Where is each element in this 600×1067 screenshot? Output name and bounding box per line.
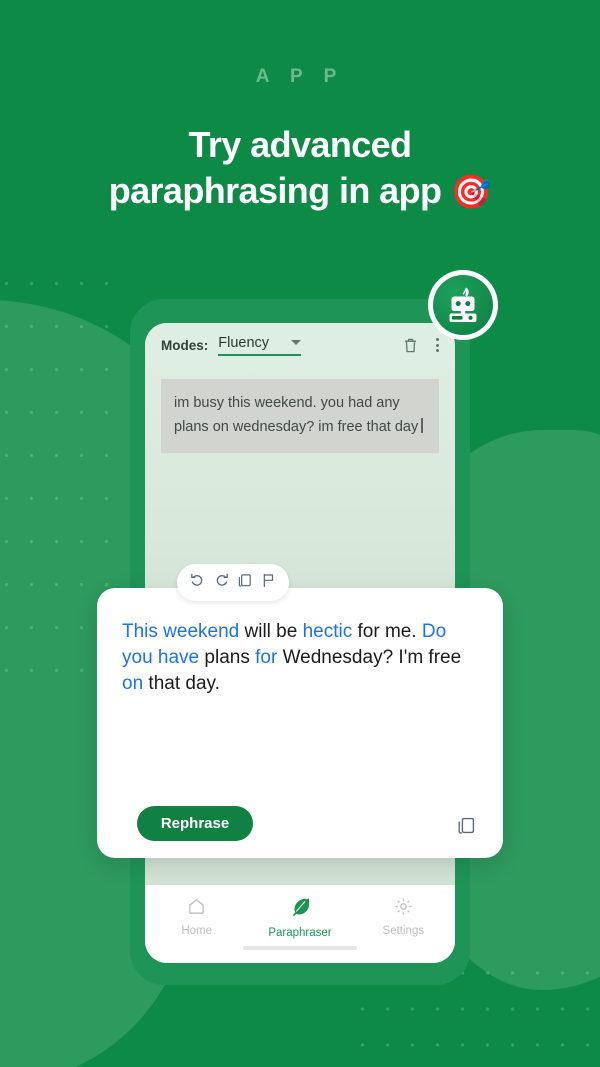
result-highlighted-segment: on — [122, 673, 144, 694]
gear-icon — [394, 897, 413, 919]
nav-item-home[interactable]: Home — [145, 897, 248, 937]
nav-item-paraphraser-label: Paraphraser — [268, 927, 332, 939]
modes-label: Modes: — [161, 337, 209, 353]
paraphrase-result-text: This weekend will be hectic for me. Do y… — [122, 619, 474, 697]
result-plain-segment: for me. — [352, 621, 422, 642]
home-icon — [187, 897, 206, 919]
mode-dropdown-value: Fluency — [218, 334, 270, 351]
result-plain-segment: Wednesday? I'm free — [277, 647, 462, 668]
bottom-navigation: Home Paraphraser Settings — [145, 885, 455, 963]
kebab-menu-icon[interactable] — [436, 338, 439, 352]
undo-icon[interactable] — [189, 572, 206, 594]
nav-item-settings[interactable]: Settings — [352, 897, 455, 937]
app-bar: Modes: Fluency — [145, 323, 455, 367]
target-emoji-icon: 🎯 — [450, 173, 492, 210]
nav-item-paraphraser[interactable]: Paraphraser — [248, 897, 351, 939]
rephrase-button[interactable]: Rephrase — [137, 806, 253, 841]
nav-item-settings-label: Settings — [382, 925, 425, 937]
eyebrow-label: A P P — [255, 66, 345, 87]
result-highlighted-segment: This weekend — [122, 621, 240, 642]
paraphraser-input-text: im busy this weekend. you had any plans … — [174, 395, 419, 435]
feather-icon — [290, 897, 311, 921]
headline-line-2-text: paraphrasing in app — [108, 170, 442, 211]
copy-result-icon[interactable] — [455, 815, 477, 842]
nav-item-home-label: Home — [181, 925, 212, 937]
flag-icon[interactable] — [260, 572, 277, 594]
result-plain-segment: that day. — [143, 673, 220, 694]
copy-icon[interactable] — [236, 572, 253, 594]
paraphraser-input[interactable]: im busy this weekend. you had any plans … — [161, 379, 439, 453]
headline-line-2: paraphrasing in app 🎯 — [0, 168, 600, 215]
mode-dropdown[interactable]: Fluency — [218, 334, 302, 356]
result-plain-segment: plans — [199, 647, 256, 668]
redo-icon[interactable] — [213, 572, 230, 594]
home-indicator — [243, 946, 357, 950]
result-action-toolbar — [177, 564, 289, 601]
text-cursor — [421, 418, 423, 433]
result-plain-segment: will be — [239, 621, 303, 642]
result-highlighted-segment: hectic — [302, 621, 353, 642]
avatar[interactable] — [428, 270, 498, 340]
result-highlighted-segment: for — [255, 647, 278, 668]
trash-icon[interactable] — [403, 337, 418, 354]
robot-mascot-icon — [433, 275, 493, 335]
page-title: Try advanced paraphrasing in app 🎯 — [0, 122, 600, 215]
chevron-down-icon — [291, 340, 302, 345]
headline-line-1: Try advanced — [188, 124, 413, 165]
